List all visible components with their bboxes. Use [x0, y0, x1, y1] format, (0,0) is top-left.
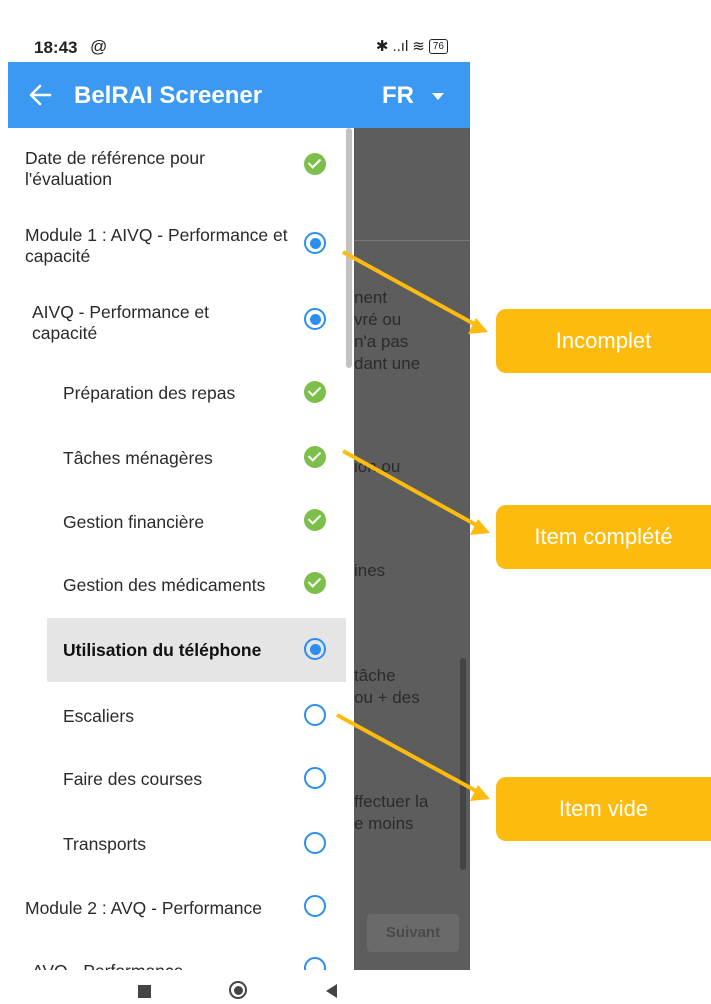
- language-label: FR: [382, 82, 414, 109]
- arrowhead-incomplete: [468, 318, 488, 334]
- phone-screen: 18:43 @ ✱ ..ıl ≋ 76 BelRAI Screener FR n…: [8, 0, 470, 1004]
- status-icons: ✱ ..ıl ≋ 76: [376, 37, 448, 55]
- nav-item-utilisation-telephone[interactable]: Utilisation du téléphone: [47, 618, 346, 682]
- nav-item-escaliers[interactable]: Escaliers: [8, 682, 346, 746]
- arrowhead-empty: [470, 785, 490, 801]
- check-circle-icon: [304, 446, 326, 468]
- system-nav-bar: [8, 970, 470, 1004]
- nav-item-module-2[interactable]: Module 2 : AVQ - Performance: [8, 876, 346, 940]
- check-circle-icon: [304, 153, 326, 175]
- background-text: ffectuer la: [354, 792, 429, 811]
- check-circle-icon: [304, 572, 326, 594]
- radio-empty-icon: [304, 704, 326, 726]
- callout-incomplete: Incomplet: [496, 309, 711, 373]
- nav-item-label: Utilisation du téléphone: [63, 640, 262, 660]
- status-time: 18:43: [34, 38, 78, 57]
- callout-empty: Item vide: [496, 777, 711, 841]
- radio-empty-icon: [304, 832, 326, 854]
- back-triangle-icon[interactable]: [326, 984, 337, 998]
- divider: [348, 240, 470, 241]
- nav-item-aivq-performance[interactable]: AIVQ - Performance et capacité: [8, 276, 346, 354]
- nav-item-preparation-repas[interactable]: Préparation des repas: [8, 354, 346, 418]
- radio-empty-icon: [304, 957, 326, 970]
- background-text: tâche: [354, 666, 396, 685]
- radio-empty-icon: [304, 767, 326, 789]
- home-icon[interactable]: [229, 981, 247, 999]
- nav-item-date-reference[interactable]: Date de référence pour l'évaluation: [8, 128, 346, 214]
- nav-item-label: Tâches ménagères: [63, 448, 213, 468]
- navigation-drawer: Date de référence pour l'évaluation Modu…: [8, 128, 354, 970]
- language-select[interactable]: FR: [378, 80, 458, 114]
- radio-checked-icon: [304, 308, 326, 330]
- caret-down-icon: [432, 93, 444, 100]
- background-text: vré ou: [354, 310, 402, 329]
- background-text: ou + des: [354, 688, 420, 707]
- battery-icon: 76: [428, 38, 448, 54]
- background-text: nent: [354, 288, 388, 307]
- background-text: ines: [354, 561, 386, 580]
- app-bar: BelRAI Screener FR: [8, 62, 470, 128]
- arrowhead-complete: [470, 519, 490, 535]
- radio-empty-icon: [304, 895, 326, 917]
- callout-complete: Item complété: [496, 505, 711, 569]
- nav-item-label: Transports: [63, 834, 146, 854]
- background-text: dant une: [354, 354, 421, 373]
- alarm-icon: @: [90, 37, 108, 56]
- radio-checked-icon: [304, 232, 326, 254]
- nav-item-label: AIVQ - Performance et capacité: [32, 302, 210, 343]
- drawer-scrollbar[interactable]: [346, 128, 352, 368]
- nav-item-label: Gestion financière: [63, 512, 205, 532]
- nav-item-transports[interactable]: Transports: [8, 810, 346, 876]
- nav-item-label: AVQ - Performance: [32, 961, 183, 970]
- nav-item-label: Préparation des repas: [63, 383, 236, 403]
- nav-item-gestion-financiere[interactable]: Gestion financière: [8, 482, 346, 546]
- nav-item-label: Module 1 : AIVQ - Performance et capacit…: [25, 225, 288, 266]
- next-button[interactable]: Suivant: [367, 914, 459, 952]
- nav-item-taches-menageres[interactable]: Tâches ménagères: [8, 418, 346, 482]
- check-circle-icon: [304, 381, 326, 403]
- app-title: BelRAI Screener: [74, 82, 263, 109]
- background-text: e moins: [354, 814, 414, 833]
- nav-item-label: Date de référence pour l'évaluation: [25, 148, 205, 189]
- background-scrollbar: [460, 658, 466, 870]
- check-circle-icon: [304, 509, 326, 531]
- nav-item-module-1[interactable]: Module 1 : AIVQ - Performance et capacit…: [8, 214, 346, 276]
- radio-checked-icon: [304, 638, 326, 660]
- bluetooth-icon: ✱: [375, 38, 389, 55]
- nav-item-label: Module 2 : AVQ - Performance: [25, 898, 263, 918]
- status-bar: 18:43 @ ✱ ..ıl ≋ 76: [8, 0, 470, 62]
- recent-apps-icon[interactable]: [138, 985, 151, 998]
- arrow-left-icon[interactable]: [28, 78, 58, 112]
- nav-item-label: Gestion des médicaments: [63, 575, 266, 595]
- background-text: ion ou: [354, 457, 401, 476]
- back-arrow-glyph: [29, 84, 52, 106]
- signal-icon: ..ıl: [392, 37, 409, 55]
- wifi-icon: ≋: [412, 38, 425, 55]
- nav-item-label: Faire des courses: [63, 769, 203, 789]
- background-text: n'a pas: [354, 332, 409, 351]
- nav-item-avq-performance[interactable]: AVQ - Performance: [8, 940, 346, 970]
- nav-item-gestion-medicaments[interactable]: Gestion des médicaments: [8, 546, 346, 618]
- nav-item-label: Escaliers: [63, 706, 134, 726]
- nav-item-faire-courses[interactable]: Faire des courses: [8, 746, 346, 810]
